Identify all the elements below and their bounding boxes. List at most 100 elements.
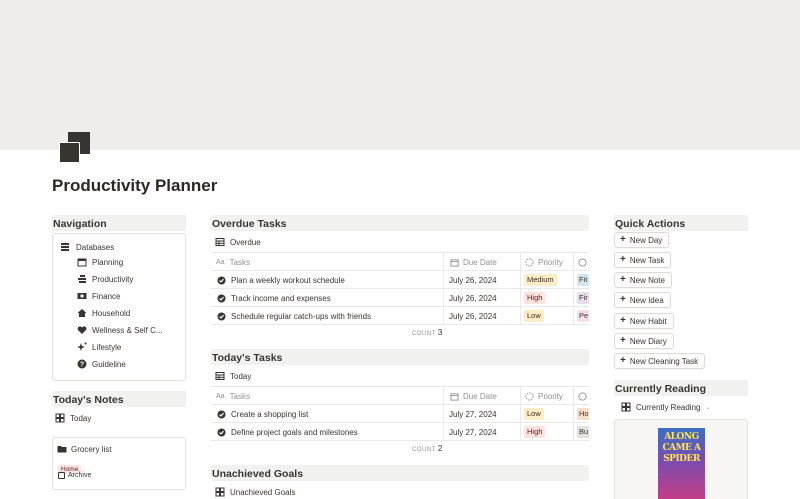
page-title: Productivity Planner <box>52 176 218 195</box>
category-cell[interactable]: Ho <box>574 405 589 423</box>
priority-badge: Medium <box>524 274 557 286</box>
task-cell[interactable]: Plan a weekly workout schedule <box>211 271 444 289</box>
tasks-column-header[interactable]: Aa Tasks <box>211 253 444 271</box>
nav-item-lifestyle[interactable]: Lifestyle <box>77 342 121 352</box>
category-cell[interactable]: Pe <box>574 307 589 325</box>
task-cell[interactable]: Define project goals and milestones <box>211 423 444 441</box>
quick-action-button[interactable]: + New Cleaning Task <box>614 353 706 369</box>
table-row[interactable]: Create a shopping list July 27, 2024 Low Ho <box>211 405 589 423</box>
notes-heading: Today's Notes <box>52 391 186 407</box>
due-date-cell[interactable]: July 27, 2024 <box>444 423 521 441</box>
overdue-heading: Overdue Tasks <box>211 215 589 231</box>
nav-item-label: Productivity <box>92 274 134 284</box>
nav-item-wellness[interactable]: Wellness & Self C... <box>77 325 163 335</box>
plus-icon: + <box>620 254 626 265</box>
status-icon <box>524 391 534 401</box>
relation-column-header[interactable] <box>574 253 589 271</box>
unachieved-view-tab[interactable]: Unachieved Goals <box>215 487 295 497</box>
note-title: Grocery list <box>71 444 112 454</box>
priority-cell[interactable]: Low <box>521 307 574 325</box>
due-date-cell[interactable]: July 26, 2024 <box>444 307 521 325</box>
quick-action-button[interactable]: + New Diary <box>614 333 674 349</box>
quick-action-button[interactable]: + New Note <box>614 272 672 288</box>
nav-item-label: Guideline <box>92 359 126 369</box>
quick-actions-heading: Quick Actions <box>614 215 748 231</box>
unachieved-view-label: Unachieved Goals <box>230 487 296 497</box>
priority-cell[interactable]: High <box>521 423 574 441</box>
today-view-tab[interactable]: Today <box>215 371 251 381</box>
task-name: Schedule regular catch-ups with friends <box>231 311 372 321</box>
task-cell[interactable]: Track income and expenses <box>211 289 444 307</box>
nav-item-finance[interactable]: Finance <box>77 291 120 301</box>
tasks-column-header[interactable]: Aa Tasks <box>211 387 444 405</box>
status-icon <box>524 257 534 267</box>
relation-column-header[interactable] <box>574 387 589 405</box>
note-card[interactable]: Grocery list Home Archive <box>52 437 186 490</box>
stacked-squares-icon[interactable] <box>58 132 90 164</box>
priority-cell[interactable]: Medium <box>521 271 574 289</box>
nav-item-guideline[interactable]: ? Guideline <box>77 359 126 369</box>
databases-link[interactable]: Databases <box>60 242 114 252</box>
priority-cell[interactable]: High <box>521 289 574 307</box>
nav-item-household[interactable]: Household <box>77 308 130 318</box>
notes-view-tab[interactable]: Today <box>55 413 91 423</box>
task-cell[interactable]: Create a shopping list <box>211 405 444 423</box>
overdue-count: COUNT 3 <box>412 328 443 337</box>
priority-badge: High <box>524 292 546 304</box>
nav-item-label: Lifestyle <box>92 342 122 352</box>
due-date-column-header[interactable]: Due Date <box>444 253 521 271</box>
table-icon <box>215 371 225 381</box>
check-circle-icon <box>216 409 226 419</box>
due-date-cell[interactable]: July 26, 2024 <box>444 271 521 289</box>
plus-icon: + <box>620 294 626 305</box>
due-date-cell[interactable]: July 27, 2024 <box>444 405 521 423</box>
overdue-view-tab[interactable]: Overdue <box>215 237 261 247</box>
priority-column-header[interactable]: Priority <box>521 253 574 271</box>
help-icon: ? <box>77 359 87 369</box>
calendar-icon <box>77 257 87 267</box>
nav-item-productivity[interactable]: Productivity <box>77 274 133 284</box>
quick-action-button[interactable]: + New Habit <box>614 313 674 329</box>
priority-column-header[interactable]: Priority <box>521 387 574 405</box>
table-row[interactable]: Define project goals and milestones July … <box>211 423 589 441</box>
task-name: Create a shopping list <box>231 409 309 419</box>
gallery-icon <box>55 413 65 423</box>
quick-action-button[interactable]: + New Task <box>614 252 672 268</box>
priority-cell[interactable]: Low <box>521 405 574 423</box>
status-icon <box>577 391 587 401</box>
svg-text:?: ? <box>80 362 84 369</box>
table-row[interactable]: Plan a weekly workout schedule July 26, 2… <box>211 271 589 289</box>
overdue-view-label: Overdue <box>230 237 261 247</box>
archive-checkbox[interactable] <box>58 472 65 479</box>
nav-item-label: Planning <box>92 257 124 267</box>
database-icon <box>60 242 70 252</box>
category-cell[interactable]: Fir <box>574 289 589 307</box>
plus-icon: + <box>620 234 626 245</box>
priority-badge: High <box>524 426 546 438</box>
book-cover-image: ALONG CAME A SPIDER <box>658 428 705 499</box>
notes-view-label: Today <box>70 413 92 423</box>
due-date-cell[interactable]: July 26, 2024 <box>444 289 521 307</box>
nav-item-label: Wellness & Self C... <box>92 325 163 335</box>
archive-label: Archive <box>68 472 92 479</box>
quick-action-button[interactable]: + New Idea <box>614 292 671 308</box>
check-circle-icon <box>216 427 226 437</box>
quick-action-button[interactable]: + New Day <box>614 232 670 248</box>
category-cell[interactable]: Fit <box>574 271 589 289</box>
table-row[interactable]: Track income and expenses July 26, 2024 Hi… <box>211 289 589 307</box>
reading-view-tab[interactable]: Currently Reading ⌄ <box>621 402 711 412</box>
calendar-icon <box>449 257 459 267</box>
gallery-icon <box>621 402 631 412</box>
category-badge: Fit <box>577 274 589 286</box>
task-cell[interactable]: Schedule regular catch-ups with friends <box>211 307 444 325</box>
money-icon <box>77 291 87 301</box>
table-row[interactable]: Schedule regular catch-ups with friends J… <box>211 307 589 325</box>
today-tasks-heading: Today's Tasks <box>211 349 589 365</box>
house-icon <box>77 308 87 318</box>
nav-item-planning[interactable]: Planning <box>77 257 123 267</box>
category-cell[interactable]: Bu <box>574 423 589 441</box>
book-card[interactable]: ALONG CAME A SPIDER <box>614 419 748 499</box>
due-date-column-header[interactable]: Due Date <box>444 387 521 405</box>
chevron-down-icon[interactable]: ⌄ <box>705 404 710 411</box>
task-name: Plan a weekly workout schedule <box>231 275 345 285</box>
